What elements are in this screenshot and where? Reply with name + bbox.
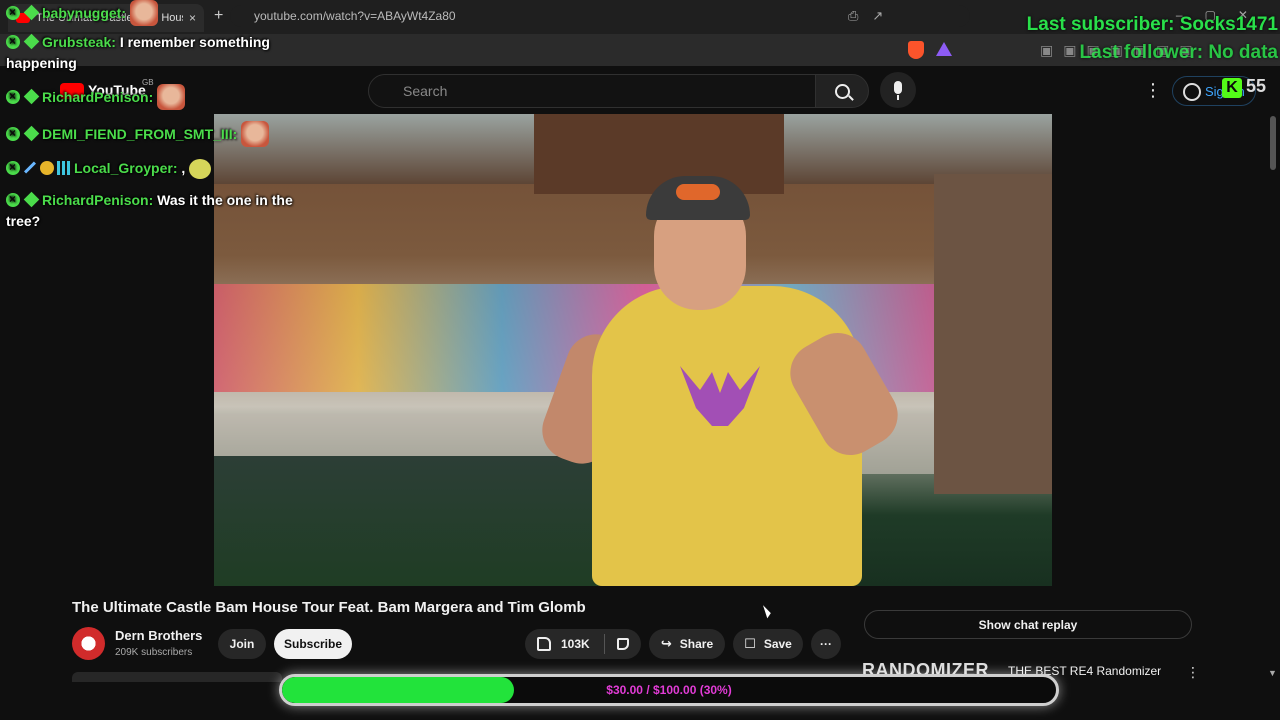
chat-username: RichardPenison: [42,192,154,208]
share-button[interactable]: ↪ Share [649,629,725,659]
show-chat-replay-button[interactable]: Show chat replay [864,610,1192,639]
like-divider [603,634,605,654]
donation-goal-bar: $30.00 / $100.00 (30%) [279,674,1059,706]
related-video-menu-icon[interactable]: ⋮ [1186,664,1200,681]
video-player[interactable] [214,114,1052,586]
chat-badge-icon [6,123,20,144]
settings-menu-icon[interactable]: ⋮ [1144,80,1162,101]
video-scene-shed [934,174,1052,494]
last-subscriber-text: Last subscriber: Socks1471 [1026,14,1278,35]
more-actions-button[interactable]: ··· [811,629,841,659]
grid-badge-icon [57,161,71,175]
share-icon: ↪ [660,636,672,651]
chat-badge-icon [6,189,20,210]
chat-badge-icon [6,86,20,107]
coin-badge-icon [40,161,54,175]
chat-message: RichardPenison: [6,84,304,110]
mouse-cursor-icon [762,603,773,619]
chat-username: babynugget: [42,5,126,21]
chat-message: RichardPenison: Was it the one in the tr… [6,189,304,232]
face-emote-icon [241,121,270,147]
chat-username: Grubsteak: [42,34,116,50]
thumbs-down-icon[interactable] [616,638,629,650]
thumbs-up-icon [537,637,551,651]
search-input[interactable]: Search [368,74,816,108]
brave-shield-icon[interactable] [908,41,924,59]
save-button[interactable]: ☐ Save [733,629,803,659]
microphone-icon[interactable] [880,72,916,108]
page-scrollbar[interactable] [1270,116,1276,170]
like-count: 103K [561,637,590,651]
chat-message: babynugget: [6,0,304,26]
chat-message: DEMI_FIEND_FROM_SMT_III: [6,121,304,147]
chat-badge-icon [6,31,20,52]
save-label: Save [763,637,792,651]
sword-badge-icon [23,161,37,174]
subscribe-button[interactable]: Subscribe [274,629,352,659]
video-scene-deck [534,114,784,194]
chat-message: Local_Groyper: , [6,157,304,179]
description-box[interactable] [72,672,282,682]
diamond-badge-icon [23,191,40,208]
diamond-badge-icon [23,125,40,142]
chat-username: RichardPenison: [42,89,154,105]
diamond-badge-icon [23,33,40,50]
like-button[interactable]: 103K [525,629,641,659]
channel-avatar[interactable] [72,627,105,660]
viewer-count: 55 [1246,76,1267,96]
donation-goal-text: $30.00 / $100.00 (30%) [606,683,732,697]
scroll-down-arrow-icon[interactable]: ▼ [1268,668,1277,678]
address-bar-icons[interactable]: ⎙↗ [848,8,897,24]
kick-logo-icon: K [1222,78,1242,98]
chat-username: DEMI_FIEND_FROM_SMT_III: [42,126,238,142]
chat-badge-icon [6,157,20,178]
share-label: Share [679,637,714,651]
sign-in-button[interactable]: Sign in [1172,76,1256,106]
chat-message: Grubsteak: I remember something happenin… [6,31,304,74]
diamond-badge-icon [23,4,40,21]
pepe-emote-icon [189,159,212,179]
face-emote-icon [157,84,186,110]
chat-text: , [181,160,186,176]
channel-subscriber-count: 209K subscribers [115,647,193,658]
diamond-badge-icon [23,88,40,105]
face-emote-icon [130,0,158,26]
last-follower-text: Last follower: No data [1079,42,1278,63]
chat-username: Local_Groyper: [74,160,178,176]
search-icon[interactable] [815,74,869,108]
join-button[interactable]: Join [218,629,266,659]
chat-badge-icon [6,2,20,23]
bookmark-icon: ☐ [744,636,756,651]
video-title: The Ultimate Castle Bam House Tour Feat.… [72,599,586,616]
channel-name[interactable]: Dern Brothers [115,628,202,643]
